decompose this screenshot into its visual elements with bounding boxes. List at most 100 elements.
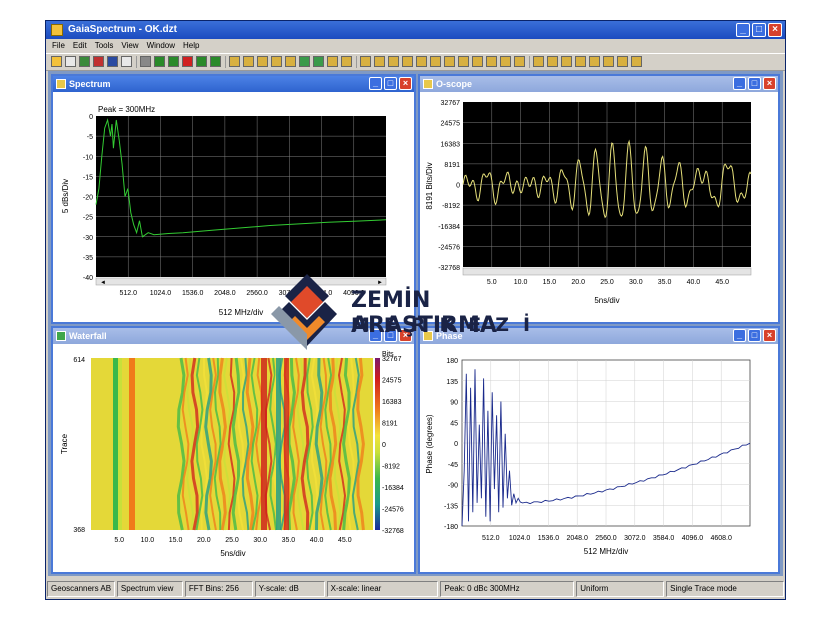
toolbar-button-icon[interactable] [51, 56, 62, 67]
phase-ytick: -45 [448, 462, 458, 469]
title-bar[interactable]: GaiaSpectrum - OK.dzt _ □ × [46, 21, 785, 39]
minimize-button[interactable]: _ [736, 23, 750, 37]
toolbar-button-icon[interactable] [313, 56, 324, 67]
toolbar-button-icon[interactable] [107, 56, 118, 67]
colorbar-tick: -24576 [382, 507, 404, 514]
toolbar-button-icon[interactable] [341, 56, 352, 67]
toolbar-button-icon[interactable] [271, 56, 282, 67]
toolbar-button-icon[interactable] [430, 56, 441, 67]
waterfall-window[interactable]: Waterfall _ □ × Bits 32767 24575 16383 8… [51, 326, 416, 574]
spectrum-ytick: 0 [89, 114, 93, 121]
toolbar-button-icon[interactable] [561, 56, 572, 67]
watermark-logo: ZEMİN ARAŞTIRMA MERKEZİ [267, 272, 557, 360]
spectrum-titlebar[interactable]: Spectrum _ □ × [53, 76, 414, 92]
toolbar-button-icon[interactable] [388, 56, 399, 67]
waterfall-xtick: 10.0 [141, 537, 155, 544]
oscope-ytick: 8191 [444, 162, 460, 169]
toolbar-button-icon[interactable] [327, 56, 338, 67]
menu-file[interactable]: File [52, 40, 65, 52]
oscope-ytick: 0 [456, 183, 460, 190]
toolbar-button-icon[interactable] [299, 56, 310, 67]
toolbar-button-icon[interactable] [547, 56, 558, 67]
spectrum-ytick: -35 [83, 255, 93, 262]
menu-edit[interactable]: Edit [73, 40, 87, 52]
phase-window[interactable]: Phase _ □ × 180 135 90 45 0 -45 -90 -135 -180 51… [418, 326, 780, 574]
waterfall-ylabel: Trace [60, 433, 69, 454]
menu-tools[interactable]: Tools [95, 40, 114, 52]
phase-xtick: 3584.0 [653, 535, 675, 542]
toolbar-button-icon[interactable] [285, 56, 296, 67]
toolbar-button-icon[interactable] [229, 56, 240, 67]
oscope-maximize-button[interactable]: □ [748, 77, 761, 90]
oscope-xtick: 35.0 [658, 279, 672, 286]
menu-view[interactable]: View [121, 40, 138, 52]
toolbar-button-icon[interactable] [93, 56, 104, 67]
phase-ytick: -135 [444, 503, 458, 510]
toolbar-button-icon[interactable] [154, 56, 165, 67]
toolbar-button-icon[interactable] [603, 56, 614, 67]
toolbar-button-icon[interactable] [374, 56, 385, 67]
toolbar-button-icon[interactable] [121, 56, 132, 67]
colorbar-tick: 24575 [382, 378, 402, 385]
toolbar-button-icon[interactable] [210, 56, 221, 67]
spectrum-close-button[interactable]: × [399, 77, 412, 90]
phase-xtick: 1024.0 [509, 535, 531, 542]
spectrum-maximize-button[interactable]: □ [384, 77, 397, 90]
toolbar-button-icon[interactable] [631, 56, 642, 67]
toolbar-button-icon[interactable] [182, 56, 193, 67]
toolbar-button-icon[interactable] [458, 56, 469, 67]
oscope-xtick: 20.0 [571, 279, 585, 286]
maximize-button[interactable]: □ [752, 23, 766, 37]
colorbar-tick: -8192 [382, 464, 400, 471]
menu-window[interactable]: Window [147, 40, 175, 52]
oscope-minimize-button[interactable]: _ [733, 77, 746, 90]
toolbar-button-icon[interactable] [589, 56, 600, 67]
waterfall-xtick: 30.0 [253, 537, 267, 544]
waterfall-ytop: 614 [73, 357, 85, 364]
menu-help[interactable]: Help [183, 40, 199, 52]
toolbar-button-icon[interactable] [472, 56, 483, 67]
phase-close-button[interactable]: × [763, 329, 776, 342]
toolbar-button-icon[interactable] [65, 56, 76, 67]
oscope-ytick: -24576 [438, 244, 460, 251]
oscope-close-button[interactable]: × [763, 77, 776, 90]
toolbar-button-icon[interactable] [514, 56, 525, 67]
phase-xtick: 3072.0 [624, 535, 646, 542]
waterfall-xtick: 15.0 [169, 537, 183, 544]
toolbar [46, 53, 785, 71]
waterfall-xtick: 5.0 [114, 537, 124, 544]
toolbar-button-icon[interactable] [243, 56, 254, 67]
spectrum-icon [56, 79, 66, 89]
colorbar-tick: -32768 [382, 528, 404, 535]
toolbar-button-icon[interactable] [416, 56, 427, 67]
toolbar-button-icon[interactable] [444, 56, 455, 67]
status-window-func: Uniform [576, 581, 665, 597]
toolbar-button-icon[interactable] [79, 56, 90, 67]
phase-ytick: -90 [448, 483, 458, 490]
oscope-titlebar[interactable]: O-scope _ □ × [420, 76, 778, 92]
toolbar-button-icon[interactable] [575, 56, 586, 67]
phase-xtick: 4608.0 [710, 535, 732, 542]
status-xscale: X-scale: linear [326, 581, 439, 597]
toolbar-button-icon[interactable] [533, 56, 544, 67]
toolbar-button-icon[interactable] [500, 56, 511, 67]
toolbar-button-icon[interactable] [168, 56, 179, 67]
spectrum-peak-label: Peak = 300MHz [98, 105, 155, 114]
menu-bar: File Edit Tools View Window Help [46, 40, 785, 52]
waterfall-xtick: 25.0 [225, 537, 239, 544]
waterfall-title: Waterfall [69, 331, 107, 341]
scroll-left-icon[interactable]: ◄ [100, 280, 106, 286]
waterfall-xtick: 35.0 [282, 537, 296, 544]
toolbar-button-icon[interactable] [140, 56, 151, 67]
toolbar-button-icon[interactable] [196, 56, 207, 67]
toolbar-button-icon[interactable] [360, 56, 371, 67]
close-button[interactable]: × [768, 23, 782, 37]
status-view: Spectrum view [116, 581, 183, 597]
toolbar-button-icon[interactable] [402, 56, 413, 67]
spectrum-minimize-button[interactable]: _ [369, 77, 382, 90]
phase-maximize-button[interactable]: □ [748, 329, 761, 342]
phase-minimize-button[interactable]: _ [733, 329, 746, 342]
toolbar-button-icon[interactable] [257, 56, 268, 67]
toolbar-button-icon[interactable] [617, 56, 628, 67]
toolbar-button-icon[interactable] [486, 56, 497, 67]
